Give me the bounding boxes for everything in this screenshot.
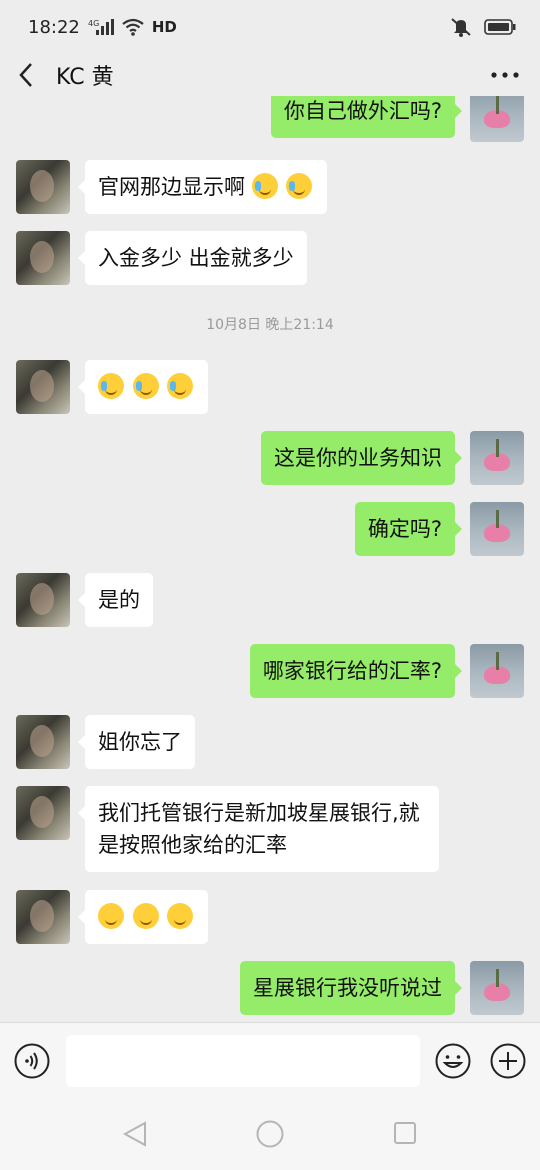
nav-back-button[interactable] — [120, 1120, 150, 1148]
hd-badge: HD — [151, 18, 177, 36]
back-button[interactable] — [18, 55, 48, 95]
square-recents-icon — [394, 1122, 416, 1144]
nav-recent-apps-button[interactable] — [392, 1120, 418, 1146]
my-avatar[interactable] — [470, 96, 524, 142]
message-bubble[interactable]: 入金多少 出金就多少 — [78, 231, 307, 285]
grimace-emoji-icon — [167, 903, 194, 929]
grimace-emoji-icon — [98, 903, 124, 929]
message-bubble[interactable] — [77, 890, 209, 944]
voice-icon — [14, 1043, 50, 1079]
message-text: 这是你的业务知识 — [274, 446, 442, 470]
message-text: 入金多少 出金就多少 — [98, 246, 294, 270]
my-avatar[interactable] — [470, 502, 524, 556]
chat-area[interactable]: 你自己做外汇吗? 官网那边显示啊 入金多少 出金就多少 10月8日 晚上21:1… — [0, 96, 540, 1022]
message-text: 你自己做外汇吗? — [283, 99, 442, 123]
contact-avatar[interactable] — [16, 573, 70, 627]
mute-icon — [451, 18, 471, 37]
contact-avatar[interactable] — [16, 160, 70, 214]
message-bubble[interactable]: 这是你的业务知识 — [261, 431, 462, 485]
smiley-icon — [435, 1043, 471, 1079]
message-text: 星展银行我没听说过 — [253, 976, 442, 1000]
message-bubble[interactable] — [77, 360, 209, 414]
contact-avatar[interactable] — [16, 786, 70, 840]
status-bar: 18:22 4G HD — [0, 0, 540, 54]
crying-emoji-icon — [132, 373, 159, 399]
message-text: 姐你忘了 — [98, 730, 182, 754]
contact-avatar[interactable] — [16, 360, 70, 414]
message-text: 是的 — [98, 588, 140, 612]
message-input[interactable] — [66, 1035, 420, 1087]
chevron-left-icon — [19, 63, 32, 87]
message-bubble[interactable]: 确定吗? — [354, 502, 463, 556]
message-bubble[interactable]: 星展银行我没听说过 — [240, 961, 462, 1015]
grimace-emoji-icon — [132, 903, 159, 929]
crying-emoji-icon — [286, 173, 313, 199]
more-icon — [491, 72, 519, 78]
more-options-button[interactable] — [488, 60, 522, 90]
plus-icon — [490, 1043, 526, 1079]
message-bubble[interactable]: 哪家银行给的汇率? — [249, 644, 463, 698]
crying-emoji-icon — [251, 173, 278, 199]
message-text: 官网那边显示啊 — [98, 175, 245, 199]
message-bubble[interactable]: 是的 — [78, 573, 153, 627]
wifi-icon — [122, 18, 144, 36]
message-text: 哪家银行给的汇率? — [262, 659, 442, 683]
message-timestamp: 10月8日 晚上21:14 — [206, 317, 334, 333]
nav-home-button[interactable] — [255, 1119, 285, 1149]
network-label: 4G — [88, 19, 99, 28]
message-text: 我们托管银行是新加坡星展银行,就是按照他家给的汇率 — [98, 801, 420, 857]
crying-emoji-icon — [167, 373, 194, 399]
battery-icon — [484, 19, 516, 35]
triangle-back-icon — [122, 1121, 146, 1147]
my-avatar[interactable] — [470, 644, 524, 698]
chat-title: KC 黄 — [56, 65, 114, 90]
message-text: 确定吗? — [367, 517, 442, 541]
message-bubble[interactable]: 姐你忘了 — [78, 715, 195, 769]
circle-home-icon — [256, 1120, 284, 1148]
message-bubble[interactable]: 我们托管银行是新加坡星展银行,就是按照他家给的汇率 — [78, 786, 439, 872]
contact-avatar[interactable] — [16, 715, 70, 769]
emoji-button[interactable] — [435, 1043, 471, 1079]
more-actions-button[interactable] — [490, 1043, 526, 1079]
status-time: 18:22 — [28, 16, 80, 38]
my-avatar[interactable] — [470, 961, 524, 1015]
message-bubble[interactable]: 官网那边显示啊 — [77, 160, 328, 214]
contact-avatar[interactable] — [16, 890, 70, 944]
input-bar — [0, 1022, 540, 1098]
message-bubble[interactable]: 你自己做外汇吗? — [270, 96, 463, 138]
crying-emoji-icon — [98, 373, 124, 399]
system-navigation-bar — [0, 1098, 540, 1170]
my-avatar[interactable] — [470, 431, 524, 485]
voice-input-button[interactable] — [14, 1043, 50, 1079]
signal-icon: 4G — [88, 19, 114, 35]
contact-avatar[interactable] — [16, 231, 70, 285]
chat-header: KC 黄 — [0, 54, 540, 96]
